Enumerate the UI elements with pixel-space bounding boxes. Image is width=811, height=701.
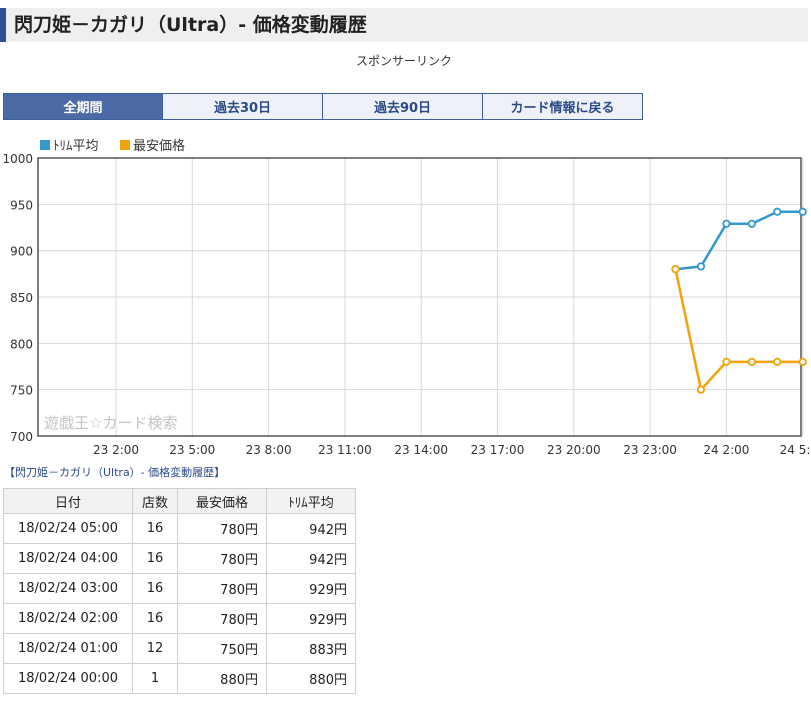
data-point [773,357,782,366]
cell-trimmed-average: 942円 [266,543,356,574]
sponsor-link-label: スポンサーリンク [355,54,452,68]
x-tick-label: 23 11:00 [318,443,372,457]
price-history-table: 日付 店数 最安価格 ﾄﾘﾑ平均 18/02/24 05:00 16 780円 … [3,488,356,694]
header-lowest-price: 最安価格 [177,488,267,514]
cell-trimmed-average: 929円 [266,603,356,634]
data-point [798,207,807,216]
x-tick-label: 24 5:00 [780,443,811,457]
table-row: 18/02/24 00:00 1 880円 880円 [3,663,356,694]
y-tick-label: 850 [10,291,33,305]
x-tick-label: 23 14:00 [394,443,448,457]
header-shop-count: 店数 [132,488,178,514]
y-tick-label: 750 [10,384,33,398]
cell-shop-count: 16 [132,573,178,604]
table-row: 18/02/24 04:00 16 780円 942円 [3,543,356,574]
tab-back-to-card-info[interactable]: カード情報に戻る [483,93,643,120]
data-point [747,357,756,366]
tab-past-90-days[interactable]: 過去90日 [323,93,483,120]
cell-shop-count: 16 [132,543,178,574]
cell-lowest-price: 750円 [177,633,267,664]
y-tick-label: 700 [10,430,33,444]
table-row: 18/02/24 05:00 16 780円 942円 [3,513,356,544]
y-tick-label: 1000 [2,152,33,166]
cell-lowest-price: 780円 [177,543,267,574]
x-tick-label: 23 23:00 [623,443,677,457]
cell-shop-count: 1 [132,663,178,694]
page-title: 閃刀姫－カガリ（Ultra）- 価格変動履歴 [14,14,367,36]
cell-trimmed-average: 880円 [266,663,356,694]
y-tick-label: 900 [10,245,33,259]
cell-shop-count: 16 [132,513,178,544]
x-tick-label: 24 2:00 [703,443,749,457]
cell-shop-count: 16 [132,603,178,634]
data-point [773,207,782,216]
chart-caption: 【閃刀姫－カガリ（Ultra）- 価格変動履歴】 [4,466,226,479]
tab-past-30-days[interactable]: 過去30日 [163,93,323,120]
table-header-row: 日付 店数 最安価格 ﾄﾘﾑ平均 [3,488,356,514]
header-date: 日付 [3,488,133,514]
cell-date: 18/02/24 01:00 [3,633,133,664]
table-row: 18/02/24 02:00 16 780円 929円 [3,603,356,634]
data-point [696,385,706,394]
cell-lowest-price: 780円 [177,603,267,634]
legend-swatch [40,140,50,150]
legend-swatch [120,140,130,150]
table-row: 18/02/24 01:00 12 750円 883円 [3,633,356,664]
legend-label: 最安価格 [133,138,185,154]
y-tick-label: 800 [10,337,33,351]
x-tick-label: 23 2:00 [93,443,139,457]
price-chart: ﾄﾘﾑ平均 最安価格 700 750 800 850 900 950 1000 23 2:00 23… [2,138,811,457]
x-tick-label: 23 17:00 [471,443,525,457]
cell-shop-count: 12 [132,633,178,664]
tab-all-period[interactable]: 全期間 [3,93,163,120]
cell-date: 18/02/24 04:00 [3,543,133,574]
watermark-text: 遊戯王☆カード検索 [44,414,177,432]
cell-date: 18/02/24 02:00 [3,603,133,634]
legend-label: ﾄﾘﾑ平均 [53,139,99,154]
x-tick-label: 23 5:00 [169,443,215,457]
data-point [747,219,756,228]
data-point [671,265,680,274]
cell-lowest-price: 780円 [177,573,267,604]
y-tick-label: 950 [10,198,33,212]
title-bar: 閃刀姫－カガリ（Ultra）- 価格変動履歴 [0,8,808,42]
data-point [696,262,706,271]
cell-lowest-price: 780円 [177,513,267,544]
cell-trimmed-average: 883円 [266,633,356,664]
cell-date: 18/02/24 03:00 [3,573,133,604]
cell-lowest-price: 880円 [177,663,267,694]
table-row: 18/02/24 03:00 16 780円 929円 [3,573,356,604]
header-trimmed-average: ﾄﾘﾑ平均 [266,488,356,514]
cell-trimmed-average: 929円 [266,573,356,604]
cell-date: 18/02/24 00:00 [3,663,133,694]
data-point [722,357,731,366]
data-point [798,357,807,366]
x-tick-label: 23 20:00 [547,443,601,457]
period-tabs: 全期間 過去30日 過去90日 カード情報に戻る [3,93,643,120]
cell-date: 18/02/24 05:00 [3,513,133,544]
x-tick-label: 23 8:00 [246,443,292,457]
cell-trimmed-average: 942円 [266,513,356,544]
data-point [722,219,731,228]
